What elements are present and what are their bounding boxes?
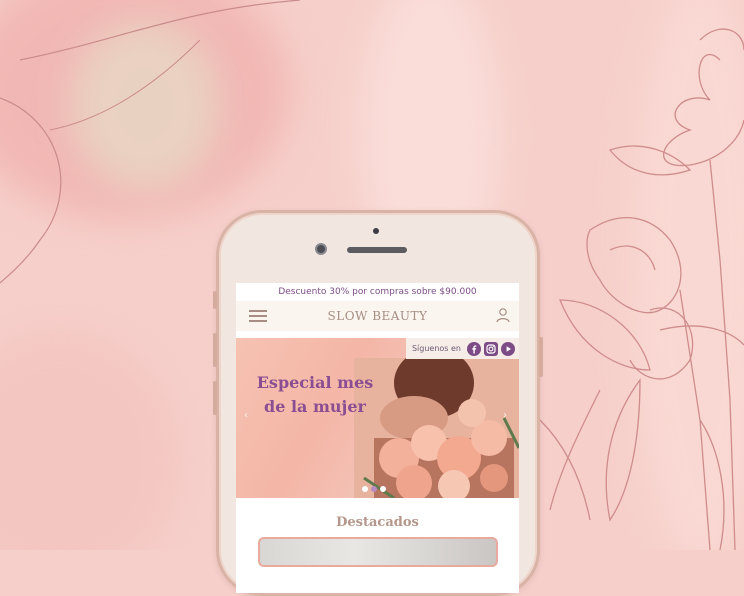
user-icon[interactable] (495, 307, 511, 323)
phone-sensor (373, 228, 379, 234)
youtube-icon[interactable] (501, 341, 515, 356)
phone-mockup: Descuento 30% por compras sobre $90.000 … (213, 210, 543, 596)
carousel-dots (362, 486, 386, 492)
menu-icon[interactable] (249, 310, 267, 322)
social-label: Síguenos en (411, 344, 461, 353)
brand-logo[interactable]: SLOW BEAUTY (328, 309, 428, 323)
phone-side-button (213, 291, 217, 309)
phone-volume-down (213, 381, 217, 415)
carousel-dot-active[interactable] (371, 486, 377, 492)
facebook-icon[interactable] (467, 341, 481, 356)
site-header: SLOW BEAUTY (236, 301, 519, 331)
section-title-featured: Destacados (336, 515, 419, 530)
phone-power-button (539, 337, 543, 377)
instagram-icon[interactable] (484, 341, 498, 356)
carousel-dot[interactable] (380, 486, 386, 492)
phone-volume-up (213, 333, 217, 367)
carousel-dot[interactable] (362, 486, 368, 492)
phone-screen: Descuento 30% por compras sobre $90.000 … (236, 283, 519, 593)
phone-camera (315, 243, 327, 255)
social-bar: Síguenos en (405, 338, 519, 359)
featured-product-card[interactable] (257, 537, 498, 567)
chevron-left-icon[interactable]: ‹ (244, 410, 248, 421)
phone-speaker (347, 247, 407, 253)
promo-banner[interactable]: Descuento 30% por compras sobre $90.000 (236, 283, 519, 301)
hero-title: Especial mes de la mujer (256, 373, 374, 416)
chevron-right-icon[interactable]: › (503, 410, 507, 421)
hero-carousel[interactable]: Síguenos en Especial mes de la mujer ‹ › (236, 338, 519, 498)
